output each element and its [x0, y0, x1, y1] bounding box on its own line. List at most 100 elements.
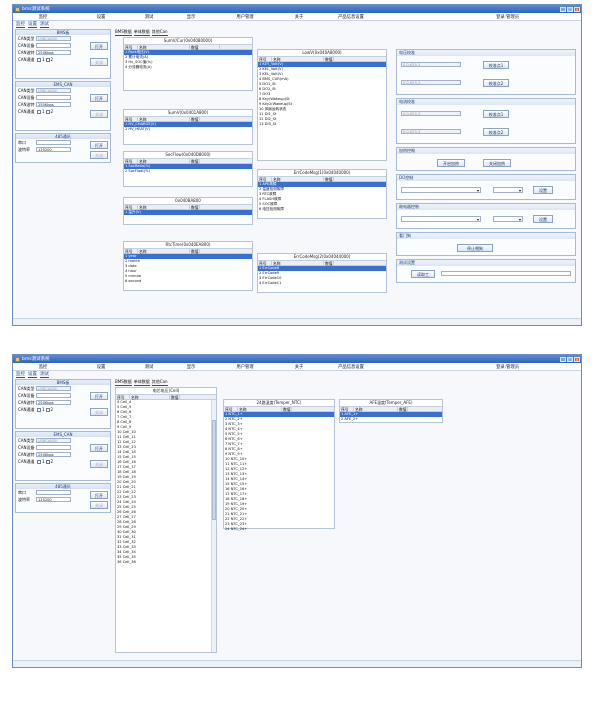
menu-user-management[interactable]: 用户管理	[213, 364, 277, 370]
can-baud-select[interactable]: 250Kbps	[36, 452, 71, 457]
table-row[interactable]: 6 second	[124, 279, 252, 284]
can-baud-select[interactable]: 250Kbps	[36, 400, 71, 405]
table-row[interactable]: 2 SocFloat(%)	[124, 169, 252, 174]
table-row[interactable]: 2 HV_HEAT(V)	[124, 127, 252, 132]
port-select[interactable]	[36, 140, 71, 145]
voltage-point2-input[interactable]: 0.0-655.3	[401, 80, 461, 85]
can-baud-select[interactable]: 250Kbps	[36, 50, 71, 55]
tab-cell-data[interactable]: 单体数据	[133, 29, 150, 36]
channel2-checkbox[interactable]	[45, 57, 50, 62]
current-calib1-button[interactable]: 校准点1	[483, 110, 509, 118]
heat-off-button[interactable]: 关闭加热	[483, 159, 511, 167]
minimize-button[interactable]: _	[560, 356, 566, 362]
maximize-button[interactable]: □	[567, 356, 573, 362]
voltage-calib1-button[interactable]: 校准点1	[483, 61, 509, 69]
menu-product-info[interactable]: 产品信息设置	[321, 14, 381, 20]
tab-bms-data[interactable]: BMS数据	[115, 29, 132, 36]
minimize-button[interactable]: _	[560, 6, 566, 12]
table-row[interactable]: 13 DI3_St	[258, 122, 386, 127]
open-button[interactable]: 打开	[90, 94, 108, 102]
table-row[interactable]: 6 电压检测故障	[258, 207, 386, 212]
tab-other-can[interactable]: 其他Can	[151, 29, 168, 36]
close-conn-button[interactable]: 关闭	[90, 151, 108, 159]
can-type-field[interactable]: USBCAN2II	[36, 438, 71, 443]
can-device-select[interactable]	[36, 393, 71, 398]
subtab-settings[interactable]: 设置	[28, 21, 37, 28]
menu-about[interactable]: 关于	[277, 14, 321, 20]
open-button[interactable]: 打开	[90, 491, 108, 499]
can-device-select[interactable]	[36, 445, 71, 450]
table-row[interactable]: 2 AFE_2+	[340, 417, 442, 422]
close-conn-button[interactable]: 关闭	[90, 460, 108, 468]
menu-display[interactable]: 显示	[169, 14, 213, 20]
voltage-point1-input[interactable]: 0.0-655.3	[401, 62, 461, 67]
current-calib2-button[interactable]: 校准点2	[483, 128, 509, 136]
open-button[interactable]: 打开	[90, 392, 108, 400]
channel1-checkbox[interactable]	[37, 57, 41, 62]
menu-user-management[interactable]: 用户管理	[213, 14, 277, 20]
do-select-1[interactable]: ▾	[401, 187, 481, 193]
menu-product-info[interactable]: 产品信息设置	[321, 364, 381, 370]
menu-settings[interactable]: 设置	[73, 14, 129, 20]
subtab-test[interactable]: 测试	[40, 371, 49, 378]
channel2-checkbox[interactable]	[45, 459, 50, 464]
tab-other-can[interactable]: 其他Can	[151, 379, 168, 386]
close-conn-button[interactable]: 关闭	[90, 58, 108, 66]
voltage-calib2-button[interactable]: 校准点2	[483, 79, 509, 87]
port-select[interactable]	[36, 490, 71, 495]
can-type-field[interactable]: USBCAN2II	[36, 88, 71, 93]
table-row[interactable]: 24 NTC_24+	[224, 527, 334, 532]
open-button[interactable]: 打开	[90, 141, 108, 149]
close-conn-button[interactable]: 关闭	[90, 408, 108, 416]
current-point2-input[interactable]: 0.0-655.3	[401, 129, 461, 134]
channel2-checkbox[interactable]	[45, 407, 50, 412]
channel2-checkbox[interactable]	[45, 109, 50, 114]
table-row[interactable]: 4 分流器电流(A)	[124, 65, 252, 70]
cell-scrollbar[interactable]	[211, 400, 216, 652]
table-row[interactable]: 36 Cell_36	[116, 560, 216, 565]
table-row[interactable]: 4 ErrCode11	[258, 281, 386, 286]
channel1-checkbox[interactable]	[37, 459, 41, 464]
subtab-monitor[interactable]: 监控	[16, 371, 25, 378]
heat-on-button[interactable]: 开启加热	[437, 159, 465, 167]
menu-settings[interactable]: 设置	[73, 364, 129, 370]
current-point1-input[interactable]: 0.0-655.3	[401, 111, 461, 116]
menu-about[interactable]: 关于	[277, 364, 321, 370]
close-conn-button[interactable]: 关闭	[90, 110, 108, 118]
table-row[interactable]: 1 温升(V)	[124, 210, 252, 215]
subtab-test[interactable]: 测试	[40, 21, 49, 28]
open-button[interactable]: 打开	[90, 444, 108, 452]
close-button[interactable]: ×	[574, 356, 580, 362]
scroll-thumb[interactable]	[212, 420, 216, 520]
baud-select[interactable]: 115200	[36, 497, 71, 502]
channel1-checkbox[interactable]	[37, 407, 41, 412]
test-value-input[interactable]	[441, 271, 571, 276]
stop-feed-dog-button[interactable]: 停止喂狗	[457, 244, 493, 252]
menu-monitor[interactable]: 监控	[13, 364, 73, 370]
subtab-settings[interactable]: 设置	[28, 371, 37, 378]
menu-display[interactable]: 显示	[169, 364, 213, 370]
can-type-field[interactable]: USBCAN2II	[36, 36, 71, 41]
baud-select[interactable]: 115200	[36, 147, 71, 152]
subtab-monitor[interactable]: 监控	[16, 21, 25, 28]
tab-bms-data[interactable]: BMS数据	[115, 379, 132, 386]
close-button[interactable]: ×	[574, 6, 580, 12]
menu-test[interactable]: 测试	[129, 14, 169, 20]
can-type-field[interactable]: USBCAN2II	[36, 386, 71, 391]
do-set-button[interactable]: 设置	[533, 186, 553, 194]
relay-select-1[interactable]: ▾	[401, 216, 481, 222]
open-button[interactable]: 打开	[90, 42, 108, 50]
channel1-checkbox[interactable]	[37, 109, 41, 114]
can-device-select[interactable]	[36, 43, 71, 48]
can-device-select[interactable]	[36, 95, 71, 100]
menu-test[interactable]: 测试	[129, 364, 169, 370]
read-work-button[interactable]: 读取工	[411, 270, 435, 278]
relay-set-button[interactable]: 设置	[533, 215, 553, 223]
maximize-button[interactable]: □	[567, 6, 573, 12]
tab-cell-data[interactable]: 单体数据	[133, 379, 150, 386]
menu-monitor[interactable]: 监控	[13, 14, 73, 20]
relay-select-2[interactable]: ▾	[493, 216, 523, 222]
can-baud-select[interactable]: 250Kbps	[36, 102, 71, 107]
do-select-2[interactable]: ▾	[493, 187, 523, 193]
close-conn-button[interactable]: 关闭	[90, 501, 108, 509]
